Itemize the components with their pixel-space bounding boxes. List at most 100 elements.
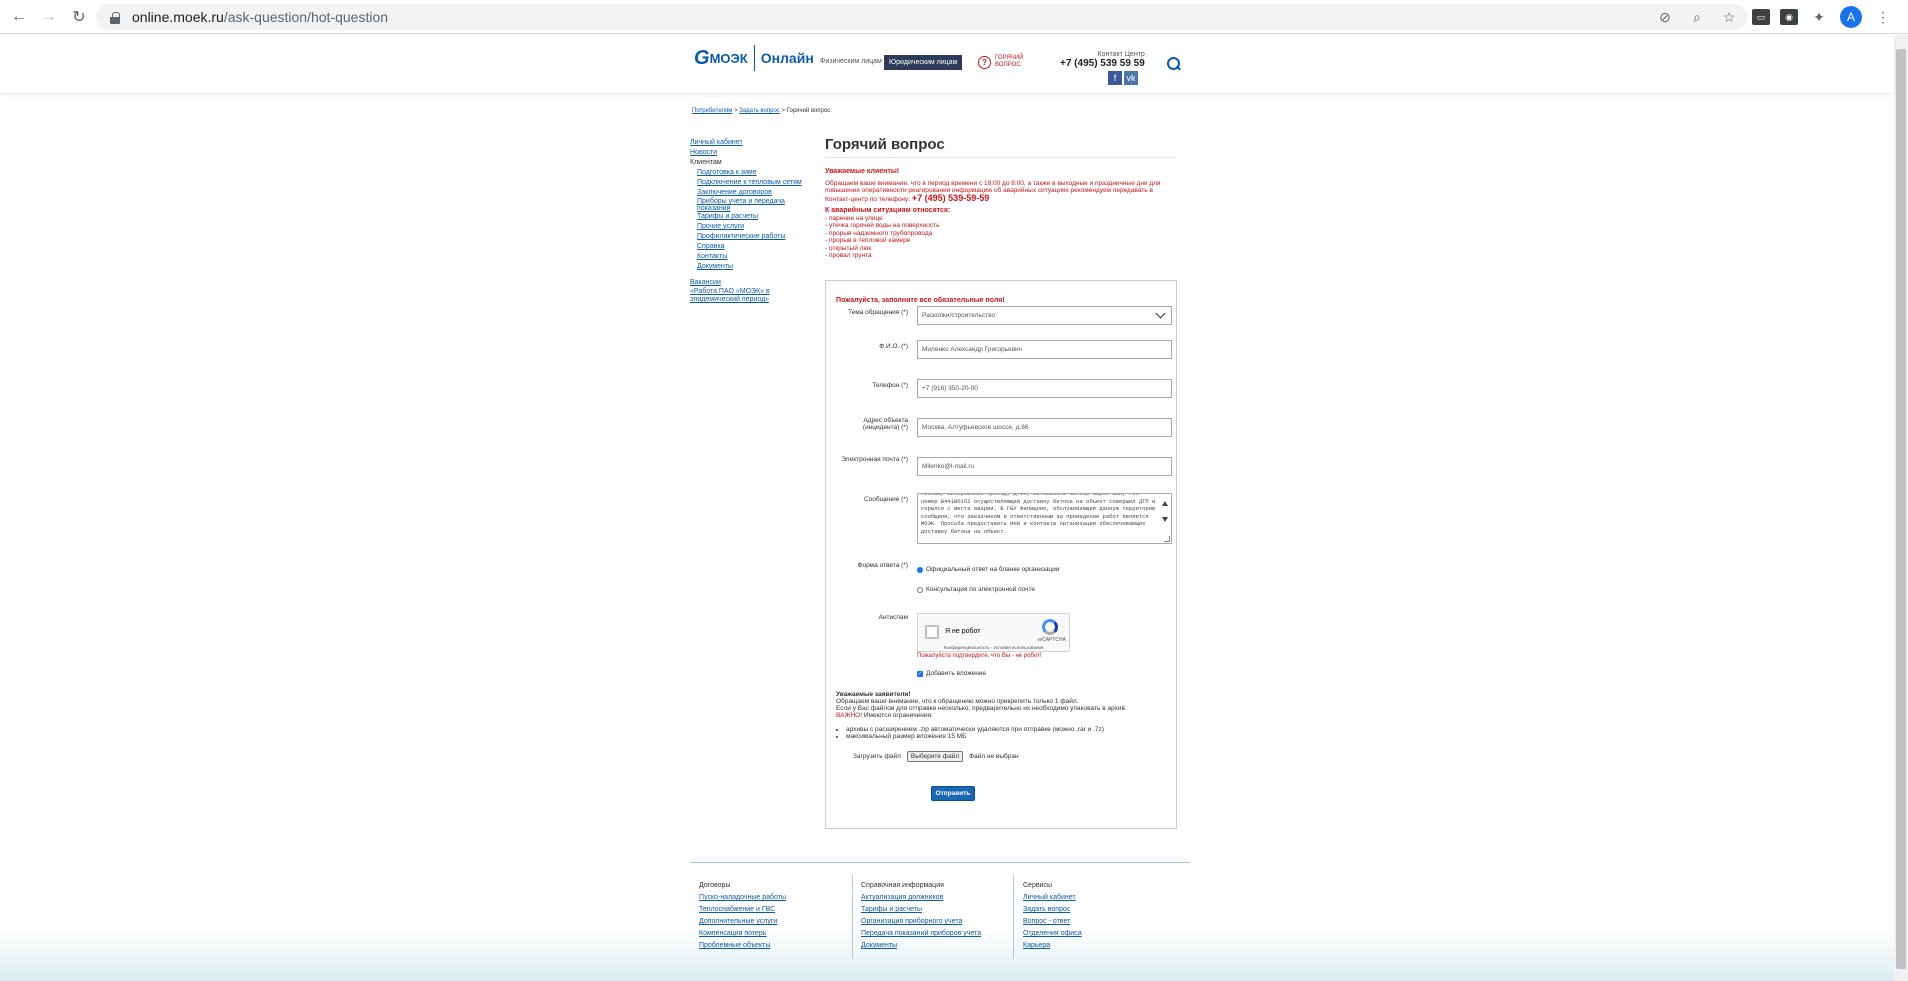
footer-link[interactable]: Организация приборного учета [861,916,981,928]
footer-link[interactable]: Проблемные объекты [699,940,786,952]
nav-cabinet[interactable]: Личный кабинет [690,138,810,148]
site-info-icon[interactable]: ⊘ [1656,8,1674,26]
footer-link[interactable]: Теплоснабжение и ГВС [699,904,786,916]
checkmark-icon: ✓ [917,670,923,677]
nav-covid[interactable]: «Работа ПАО «МОЭК» в эпидемический перио… [690,288,810,304]
topic-select[interactable]: Раскопки/строительство [917,306,1172,325]
segment-individuals-link[interactable]: Физическим лицам [820,58,882,65]
footer-link[interactable]: Карьера [1023,940,1082,952]
nav-sub-item[interactable]: Приборы учета и передача показаний [690,198,810,212]
footer-link[interactable]: Тарифы и расчеты [861,904,981,916]
segment-legal-button[interactable]: Юридическим лицам [884,55,963,70]
browser-toolbar: ← → ↻ online.moek.ru/ask-question/hot-qu… [0,0,1908,34]
footer-link[interactable]: Компенсация потерь [699,928,786,940]
nav-sub-item[interactable]: Заключение договоров [690,188,810,198]
contact-center: Контакт Центр +7 (495) 539 59 59 [1060,51,1145,69]
hot-question-form: Пожалуйста, заполните все обязательные п… [825,280,1177,829]
choose-file-button[interactable]: Выберите файл [906,751,964,762]
footer-link[interactable]: Актуализация должников [861,892,981,904]
extensions-puzzle-icon[interactable]: ✦ [1808,6,1830,28]
footer-reference: Справочная информация Актуализация должн… [861,880,981,952]
scrollbar-thumb[interactable] [1896,49,1906,969]
moek-logo[interactable]: G МОЭК Онлайн [694,45,814,71]
footer-link[interactable]: Документы [861,940,981,952]
extension-incognito-icon[interactable]: ◉ [1780,9,1798,25]
footer-link[interactable]: Личный кабинет [1023,892,1082,904]
forward-icon[interactable]: → [38,6,60,28]
vk-icon[interactable]: vk [1124,71,1138,85]
add-attachment-checkbox[interactable]: ✓ Добавить вложение [917,670,986,677]
footer-services: Сервисы Личный кабинет Задать вопрос Воп… [1023,880,1082,952]
required-warning: Пожалуйста, заполните все обязательные п… [836,297,1005,304]
address-label: Адрес объекта (инцидента) (*) [862,417,908,431]
attachment-info: Уважаемые заявители! Обращаем ваше внима… [836,691,1166,740]
recaptcha-terms[interactable]: Конфиденциальность - Условия использован… [918,645,1069,650]
nav-sub-item[interactable]: Прочие услуги [690,222,810,232]
hot-question-link[interactable]: ? ГОРЯЧИЙ ВОПРОС [978,55,1025,69]
bookmark-star-icon[interactable]: ☆ [1720,8,1738,26]
lock-icon[interactable] [110,11,120,24]
left-navigation: Личный кабинет Новости Клиентам Подготов… [690,138,810,304]
nav-sub-item[interactable]: Документы [690,262,810,272]
page-title: Горячий вопрос [825,136,945,153]
message-label: Сообщение (*) [863,496,908,503]
nav-clients: Клиентам [690,159,722,166]
page-scrollbar[interactable] [1894,35,1908,981]
footer-link[interactable]: Вопрос - ответ [1023,916,1082,928]
notice-phone[interactable]: +7 (495) 539-59-59 [912,193,989,203]
nav-news[interactable]: Новости [690,148,810,158]
emergency-item: - прорыв в тепловой камере [825,237,911,244]
footer-link[interactable]: Отделения офиса [1023,928,1082,940]
nav-vacancies[interactable]: Вакансии [690,278,810,288]
emergency-item: - парение на улице [825,214,883,222]
extension-screen-icon[interactable]: ▭ [1752,9,1770,25]
reload-icon[interactable]: ↻ [68,6,90,28]
message-textarea[interactable]: Москва, Бибиревский проезд, д.10, автомо… [917,493,1172,544]
emergency-item: - провал грунта [825,252,872,259]
question-icon: ? [978,55,991,69]
breadcrumb: Потребителям > Задать вопрос > Горячий в… [692,108,831,114]
emergency-item: - открытый люк [825,244,872,252]
nav-sub-item[interactable]: Контакты [690,252,810,262]
name-field[interactable]: Миленко Александр Григорьевич [917,340,1172,359]
textarea-scrollbar[interactable] [1160,495,1170,542]
footer-link[interactable]: Передача показаний приборов учета [861,928,981,940]
nav-sub-item[interactable]: Подключение к тепловым сетям [690,178,810,188]
footer-link[interactable]: Задать вопрос [1023,904,1082,916]
address-bar[interactable]: online.moek.ru/ask-question/hot-question… [96,4,1748,30]
address-field[interactable]: Москва, Алтуфьевское шоссе, д.86 [917,418,1172,437]
answer-official-radio[interactable]: Официальный ответ на бланке организации [917,566,1060,573]
breadcrumb-home[interactable]: Потребителям [692,108,732,114]
nav-sub-item[interactable]: Тарифы и расчеты [690,212,810,222]
back-icon[interactable]: ← [8,6,30,28]
footer-contracts: Договоры Пуско-наладочные работы Теплосн… [699,880,786,952]
phone-field[interactable]: +7 (916) 350-20-00 [917,379,1172,398]
email-field[interactable]: Milenko@l-mail.ru [917,457,1172,476]
recaptcha-checkbox[interactable] [925,625,939,639]
email-label: Электронная почта (*) [841,456,908,463]
profile-avatar[interactable]: A [1840,6,1862,28]
search-icon[interactable] [1167,57,1181,71]
name-label: Ф.И.О. (*) [879,343,908,350]
contact-phone[interactable]: +7 (495) 539 59 59 [1060,58,1145,69]
facebook-icon[interactable]: f [1108,71,1122,85]
footer-link[interactable]: Пуско-наладочные работы [699,892,786,904]
zoom-icon[interactable]: ⌕ [1688,8,1706,26]
emergency-item: - прорыв надземного трубопровода [825,229,933,237]
breadcrumb-ask[interactable]: Задать вопрос [739,108,780,114]
footer-link[interactable]: Дополнительные услуги [699,916,786,928]
menu-dots-icon[interactable]: ⋮ [1872,6,1894,28]
chevron-down-icon [1155,308,1166,319]
answer-email-radio[interactable]: Консультация по электронной почте [917,586,1035,593]
breadcrumb-current: Горячий вопрос [786,108,831,114]
nav-sub-item[interactable]: Справка [690,242,810,252]
no-file-text: Файл не выбран [969,753,1019,760]
nav-sub-item[interactable]: Подготовка к зиме [690,168,810,178]
resize-handle[interactable] [1164,536,1170,542]
submit-button[interactable]: Отправить [931,786,975,801]
nav-sub-item[interactable]: Профилактические работы [690,232,810,242]
url-text: online.moek.ru/ask-question/hot-question [132,9,389,25]
recaptcha-logo-icon [1042,619,1058,635]
emergency-item: - утечка горячей воды на поверхность [825,222,940,229]
recaptcha-widget: Я не робот reCAPTCHA Конфиденциальность … [917,613,1070,652]
